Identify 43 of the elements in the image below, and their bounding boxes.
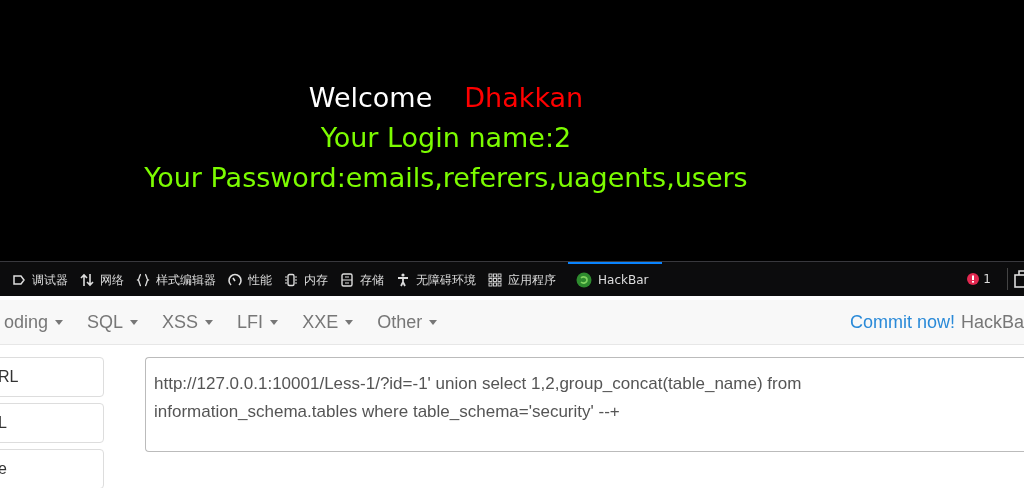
storage-icon bbox=[340, 273, 354, 287]
hackbar-logo-icon bbox=[576, 272, 592, 288]
devtools-tab[interactable]: HackBar bbox=[568, 262, 663, 296]
menu-dropdown[interactable]: SQL bbox=[75, 311, 151, 333]
error-count[interactable]: 1 bbox=[957, 262, 1001, 296]
devtools-tab[interactable]: 性能 bbox=[228, 262, 280, 296]
commit-link[interactable]: Commit now! bbox=[849, 311, 955, 333]
menu-dropdown[interactable]: oding bbox=[0, 311, 76, 333]
side-button[interactable]: L bbox=[0, 403, 104, 443]
person-icon bbox=[396, 273, 410, 287]
grid-icon bbox=[488, 273, 502, 287]
login-name-text: Your Login name:2 bbox=[319, 121, 573, 155]
caret-icon bbox=[205, 319, 214, 325]
caret-icon bbox=[345, 319, 354, 325]
chip-icon bbox=[284, 273, 298, 287]
devtools-tab[interactable]: 存储 bbox=[340, 262, 392, 296]
tag-icon bbox=[12, 273, 26, 287]
arrows-icon bbox=[80, 273, 94, 287]
devtools-tab[interactable]: 应用程序 bbox=[488, 262, 564, 296]
error-icon bbox=[967, 273, 980, 285]
password-text: Your Password:emails,referers,uagents,users bbox=[143, 161, 749, 195]
gauge-icon bbox=[228, 273, 242, 287]
menu-dropdown[interactable]: LFI bbox=[225, 311, 291, 333]
side-button[interactable]: RL bbox=[0, 357, 104, 397]
menu-dropdown[interactable]: Other bbox=[365, 311, 450, 333]
devtools-tab[interactable]: 无障碍环境 bbox=[396, 262, 484, 296]
menu-dropdown[interactable]: XSS bbox=[150, 311, 226, 333]
caret-icon bbox=[55, 319, 64, 325]
welcome-text: Welcome bbox=[308, 81, 433, 115]
caret-icon bbox=[270, 319, 279, 325]
caret-icon bbox=[429, 319, 438, 325]
username-text: Dhakkan bbox=[464, 81, 584, 115]
devtools-tab[interactable]: 网络 bbox=[80, 262, 132, 296]
url-field[interactable]: http://127.0.0.1:10001/Less-1/?id=-1' union select 1,2,group_concat(table_name) from information_schema.tables where table_schema='security' --+ bbox=[145, 357, 1024, 452]
devtools-tab[interactable]: 调试器 bbox=[12, 262, 76, 296]
caret-icon bbox=[130, 319, 139, 325]
devtools-tab[interactable]: 样式编辑器 bbox=[136, 262, 224, 296]
braces-icon bbox=[136, 273, 150, 287]
error-count-text: 1 bbox=[983, 272, 991, 286]
responsive-icon[interactable] bbox=[1014, 270, 1024, 288]
devtools-tab[interactable]: 内存 bbox=[284, 262, 336, 296]
menu-dropdown[interactable]: XXE bbox=[290, 311, 366, 333]
hackbar-brand-text: HackBa bbox=[960, 311, 1024, 333]
